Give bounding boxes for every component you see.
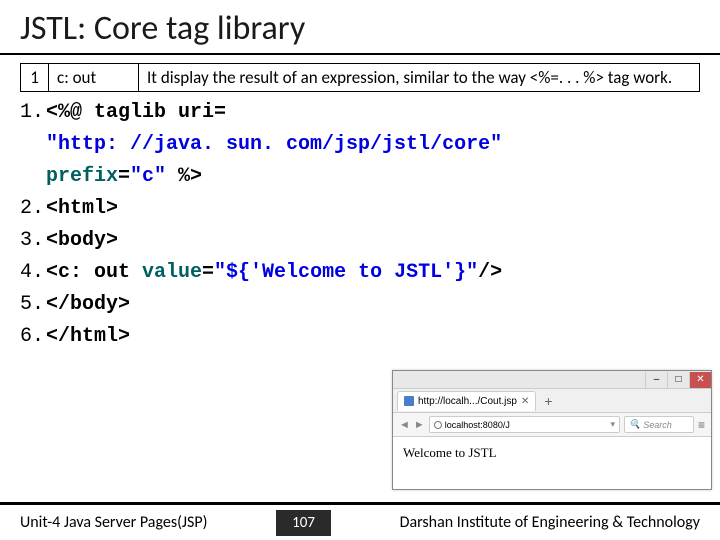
tab-title: http://localh.../Cout.jsp: [418, 396, 517, 407]
search-placeholder: Search: [643, 420, 672, 430]
table-row: 1 c: out It display the result of an exp…: [21, 64, 700, 92]
globe-icon: [434, 421, 442, 429]
line-number: 5.: [20, 290, 46, 320]
code-line-1b: "http: //java. sun. com/jsp/jstl/core": [20, 130, 700, 160]
address-bar[interactable]: localhost:8080/J ▾: [429, 416, 620, 433]
back-button[interactable]: ◄: [399, 419, 410, 431]
url-text: localhost:8080/J: [445, 420, 510, 430]
slide-footer: Unit-4 Java Server Pages(JSP) 107 Darsha…: [0, 502, 720, 540]
footer-right: Darshan Institute of Engineering & Techn…: [400, 513, 700, 532]
search-icon: 🔍: [629, 419, 640, 430]
tag-definition-table: 1 c: out It display the result of an exp…: [20, 63, 700, 92]
code-line-5: 5. </body>: [20, 290, 700, 320]
search-bar[interactable]: 🔍 Search: [624, 416, 694, 433]
dropdown-icon[interactable]: ▾: [610, 419, 615, 430]
line-number: 2.: [20, 194, 46, 224]
browser-content: Welcome to JSTL: [393, 437, 711, 469]
menu-icon[interactable]: ≡: [698, 418, 705, 432]
code-line-2: 2. <html>: [20, 194, 700, 224]
tag-number: 1: [21, 64, 49, 92]
minimize-button[interactable]: –: [645, 372, 667, 388]
code-line-6: 6. </html>: [20, 322, 700, 352]
browser-toolbar: ◄ ► localhost:8080/J ▾ 🔍 Search ≡: [393, 413, 711, 437]
page-icon: [404, 396, 414, 406]
slide-number: 107: [276, 510, 331, 536]
maximize-button[interactable]: □: [667, 372, 689, 388]
slide-title: JSTL: Core tag library: [0, 0, 720, 55]
code-line-4: 4. <c: out value="${'Welcome to JSTL'}"/…: [20, 258, 700, 288]
close-button[interactable]: ✕: [689, 372, 711, 388]
browser-tab-strip: http://localh.../Cout.jsp ✕ +: [393, 389, 711, 413]
code-line-3: 3. <body>: [20, 226, 700, 256]
line-number: 1.: [20, 98, 46, 128]
browser-tab[interactable]: http://localh.../Cout.jsp ✕: [397, 391, 536, 411]
code-line-1c: prefix="c" %>: [20, 162, 700, 192]
browser-titlebar: – □ ✕: [393, 371, 711, 389]
line-number: 6.: [20, 322, 46, 352]
browser-window: – □ ✕ http://localh.../Cout.jsp ✕ + ◄ ► …: [392, 370, 712, 490]
code-line-1: 1. <%@ taglib uri=: [20, 98, 700, 128]
forward-button[interactable]: ►: [414, 419, 425, 431]
line-number: 4.: [20, 258, 46, 288]
tag-description: It display the result of an expression, …: [139, 64, 700, 92]
footer-left: Unit-4 Java Server Pages(JSP): [20, 513, 208, 532]
new-tab-button[interactable]: +: [540, 393, 556, 409]
line-number: 3.: [20, 226, 46, 256]
tag-name: c: out: [49, 64, 139, 92]
code-example: 1. <%@ taglib uri= "http: //java. sun. c…: [20, 98, 700, 352]
tab-close-icon[interactable]: ✕: [521, 396, 529, 407]
